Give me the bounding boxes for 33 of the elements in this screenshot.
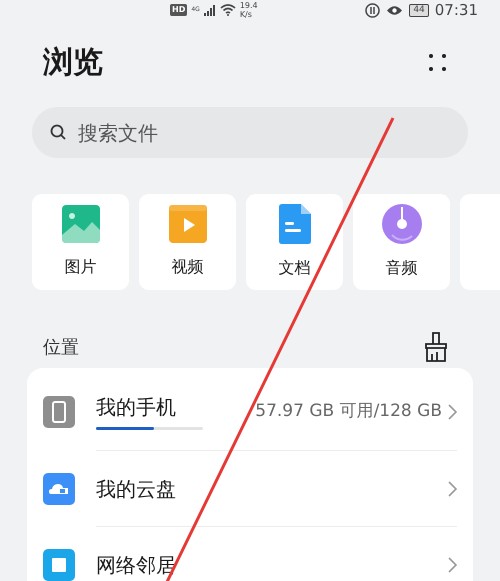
- clock: 07:31: [434, 0, 478, 21]
- location-name: 我的手机: [96, 394, 177, 418]
- data-saver-icon: [365, 2, 380, 18]
- document-icon: [278, 204, 310, 244]
- play-icon: [168, 205, 206, 243]
- eye-icon: [386, 4, 404, 16]
- location-row[interactable]: 我的手机 57.97 GB 可用/128 GB: [43, 374, 457, 450]
- chevron-right-icon: [448, 404, 457, 420]
- category-button[interactable]: 文档: [246, 194, 343, 290]
- broom-icon[interactable]: [424, 332, 448, 362]
- section-title: 位置: [43, 336, 79, 360]
- phone-icon: [43, 396, 75, 428]
- location-row[interactable]: 我的云盘: [96, 450, 457, 526]
- category-button[interactable]: 图片: [32, 194, 129, 290]
- category-button[interactable]: 视频: [139, 194, 236, 290]
- hd-indicator: HD: [170, 4, 188, 16]
- signal-icon: [204, 4, 216, 16]
- speed-unit: K/s: [240, 10, 253, 19]
- cloud-icon: [43, 472, 75, 504]
- chevron-right-icon: [448, 480, 457, 496]
- location-name: 我的云盘: [96, 476, 176, 500]
- category-button[interactable]: 音频: [353, 194, 450, 290]
- chevron-right-icon: [448, 556, 457, 572]
- disc-icon: [382, 204, 422, 244]
- wifi-icon: [220, 4, 236, 16]
- search-field[interactable]: 搜索文件: [32, 107, 468, 158]
- page-title: 浏览: [43, 44, 103, 82]
- search-icon: [50, 124, 66, 140]
- battery-indicator: 44: [409, 4, 429, 16]
- more-menu-button[interactable]: [427, 52, 448, 73]
- network-speed: 19.4: [240, 1, 258, 10]
- picture-icon: [62, 205, 100, 243]
- storage-detail: 57.97 GB 可用/128 GB: [255, 400, 442, 424]
